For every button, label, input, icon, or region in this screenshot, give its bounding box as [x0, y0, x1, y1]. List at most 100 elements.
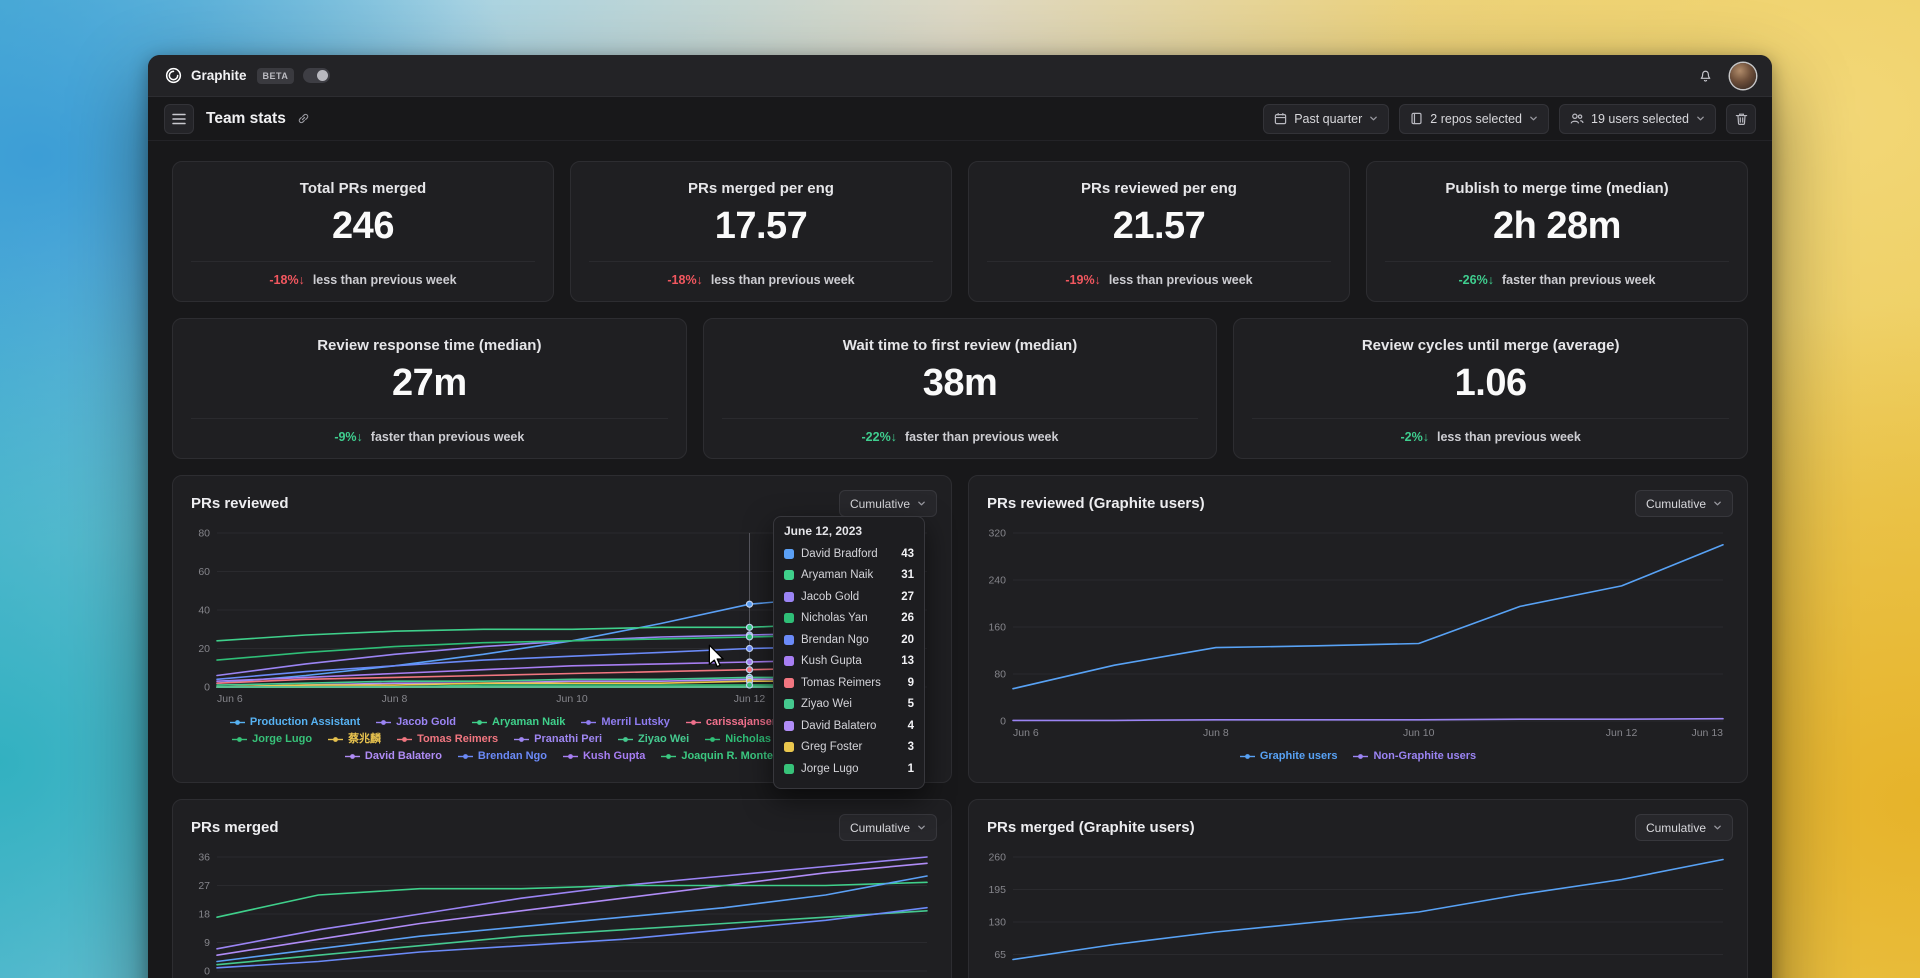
- beta-toggle[interactable]: [303, 68, 330, 83]
- chart-mode-dropdown[interactable]: Cumulative: [839, 814, 937, 841]
- legend-item[interactable]: Non-Graphite users: [1353, 749, 1476, 764]
- legend-label: Aryaman Naik: [492, 715, 565, 730]
- svg-text:160: 160: [988, 622, 1006, 634]
- line-chart[interactable]: 065130195260Jun 6Jun 8Jun 10Jun 12Jun 13: [983, 851, 1733, 978]
- legend-item[interactable]: carissajansen: [686, 715, 779, 730]
- stat-card-value: 2h 28m: [1383, 205, 1731, 248]
- users-filter[interactable]: 19 users selected: [1559, 104, 1716, 134]
- svg-text:0: 0: [1000, 716, 1006, 728]
- legend-item[interactable]: Ziyao Wei: [618, 732, 689, 747]
- user-avatar[interactable]: [1730, 63, 1756, 89]
- users-icon: [1570, 112, 1584, 125]
- legend-marker-icon: [705, 735, 720, 744]
- series-color-swatch: [784, 764, 794, 774]
- copy-link-icon[interactable]: [296, 111, 311, 126]
- stat-card-change: -19%↓less than previous week: [985, 273, 1333, 287]
- legend-label: David Balatero: [365, 749, 442, 764]
- svg-text:130: 130: [988, 917, 1006, 929]
- stat-cards-row-1: Total PRs merged246-18%↓less than previo…: [172, 161, 1748, 302]
- series-color-swatch: [784, 742, 794, 752]
- stat-card-title: Review response time (median): [189, 337, 670, 354]
- legend-item[interactable]: 蔡兆麟: [328, 732, 381, 747]
- legend-item[interactable]: Aryaman Naik: [472, 715, 565, 730]
- chart-mode-label: Cumulative: [850, 821, 910, 835]
- chart-canvas: 09182736Jun 6Jun 8Jun 10Jun 12Jun 13: [187, 851, 937, 978]
- app-name: Graphite: [191, 68, 247, 83]
- date-range-filter[interactable]: Past quarter: [1263, 104, 1389, 134]
- legend-item[interactable]: Joaquin R. Montes: [661, 749, 779, 764]
- stat-card-change: -18%↓less than previous week: [587, 273, 935, 287]
- chart-title: PRs reviewed: [187, 495, 289, 512]
- legend-item[interactable]: Tomas Reimers: [397, 732, 498, 747]
- chart-mode-dropdown[interactable]: Cumulative: [1635, 490, 1733, 517]
- legend-item[interactable]: Brendan Ngo: [458, 749, 547, 764]
- stat-card-change: -22%↓faster than previous week: [720, 430, 1201, 444]
- legend-item[interactable]: Jacob Gold: [376, 715, 456, 730]
- legend-item[interactable]: Pranathi Peri: [514, 732, 602, 747]
- tooltip-row: David Bradford43: [784, 543, 914, 565]
- tooltip-series-name: Jacob Gold: [801, 591, 894, 603]
- svg-text:Jun 6: Jun 6: [217, 693, 243, 705]
- change-percent: -18%↓: [667, 273, 702, 287]
- legend-marker-icon: [328, 735, 343, 744]
- svg-text:195: 195: [988, 884, 1006, 896]
- mouse-cursor: [708, 644, 725, 669]
- svg-text:Jun 12: Jun 12: [734, 693, 766, 705]
- chart-title: PRs merged: [187, 819, 279, 836]
- chart-mode-dropdown[interactable]: Cumulative: [839, 490, 937, 517]
- series-color-swatch: [784, 678, 794, 688]
- chart-mode-dropdown[interactable]: Cumulative: [1635, 814, 1733, 841]
- stat-card: Wait time to first review (median)38m-22…: [703, 318, 1218, 459]
- card-divider: [1252, 418, 1729, 419]
- legend-item[interactable]: Jorge Lugo: [232, 732, 312, 747]
- hamburger-icon: [172, 113, 186, 125]
- legend-item[interactable]: Kush Gupta: [563, 749, 645, 764]
- stat-card-title: Review cycles until merge (average): [1250, 337, 1731, 354]
- tooltip-series-value: 26: [901, 612, 914, 624]
- tooltip-series-name: Nicholas Yan: [801, 612, 894, 624]
- tooltip-series-value: 31: [901, 569, 914, 581]
- tooltip-series-name: Brendan Ngo: [801, 634, 894, 646]
- legend-item[interactable]: Graphite users: [1240, 749, 1338, 764]
- legend-item[interactable]: Merril Lutsky: [581, 715, 669, 730]
- legend-label: Tomas Reimers: [417, 732, 498, 747]
- svg-text:20: 20: [198, 643, 210, 655]
- sidebar-menu-button[interactable]: [164, 104, 194, 134]
- svg-text:Jun 6: Jun 6: [1013, 727, 1039, 739]
- svg-text:65: 65: [994, 949, 1006, 961]
- chart-tooltip: June 12, 2023 David Bradford43Aryaman Na…: [773, 516, 925, 789]
- series-color-swatch: [784, 570, 794, 580]
- stat-card: PRs merged per eng17.57-18%↓less than pr…: [570, 161, 952, 302]
- delete-dashboard-button[interactable]: [1726, 104, 1756, 134]
- tooltip-row: Jorge Lugo1: [784, 758, 914, 780]
- legend-marker-icon: [232, 735, 247, 744]
- card-divider: [191, 418, 668, 419]
- line-chart[interactable]: 080160240320Jun 6Jun 8Jun 10Jun 12Jun 13: [983, 527, 1733, 741]
- series-color-swatch: [784, 699, 794, 709]
- page-header: Team stats Past quarter: [148, 97, 1772, 141]
- stat-card: Review cycles until merge (average)1.06-…: [1233, 318, 1748, 459]
- chart-panel-prs-reviewed-graphite: PRs reviewed (Graphite users) Cumulative…: [968, 475, 1748, 783]
- svg-text:80: 80: [994, 669, 1006, 681]
- legend-item[interactable]: David Balatero: [345, 749, 442, 764]
- stat-card: PRs reviewed per eng21.57-19%↓less than …: [968, 161, 1350, 302]
- legend-item[interactable]: Production Assistant: [230, 715, 360, 730]
- card-divider: [722, 418, 1199, 419]
- desktop-background: Graphite BETA Team stats: [0, 0, 1920, 978]
- change-description: faster than previous week: [371, 430, 525, 444]
- chart-panel-prs-merged: PRs merged Cumulative 09182736Jun 6Jun 8…: [172, 799, 952, 978]
- legend-marker-icon: [397, 735, 412, 744]
- notifications-bell-icon[interactable]: [1697, 67, 1714, 84]
- series-color-swatch: [784, 549, 794, 559]
- line-chart[interactable]: 09182736Jun 6Jun 8Jun 10Jun 12Jun 13: [187, 851, 937, 978]
- tooltip-date: June 12, 2023: [784, 524, 914, 538]
- series-color-swatch: [784, 635, 794, 645]
- change-percent: -26%↓: [1459, 273, 1494, 287]
- tooltip-series-value: 5: [908, 698, 914, 710]
- repos-filter[interactable]: 2 repos selected: [1399, 104, 1549, 134]
- legend-label: Pranathi Peri: [534, 732, 602, 747]
- legend-marker-icon: [563, 752, 578, 761]
- tooltip-row: Nicholas Yan 26: [784, 608, 914, 630]
- legend-label: Production Assistant: [250, 715, 360, 730]
- chevron-down-icon: [1713, 823, 1722, 832]
